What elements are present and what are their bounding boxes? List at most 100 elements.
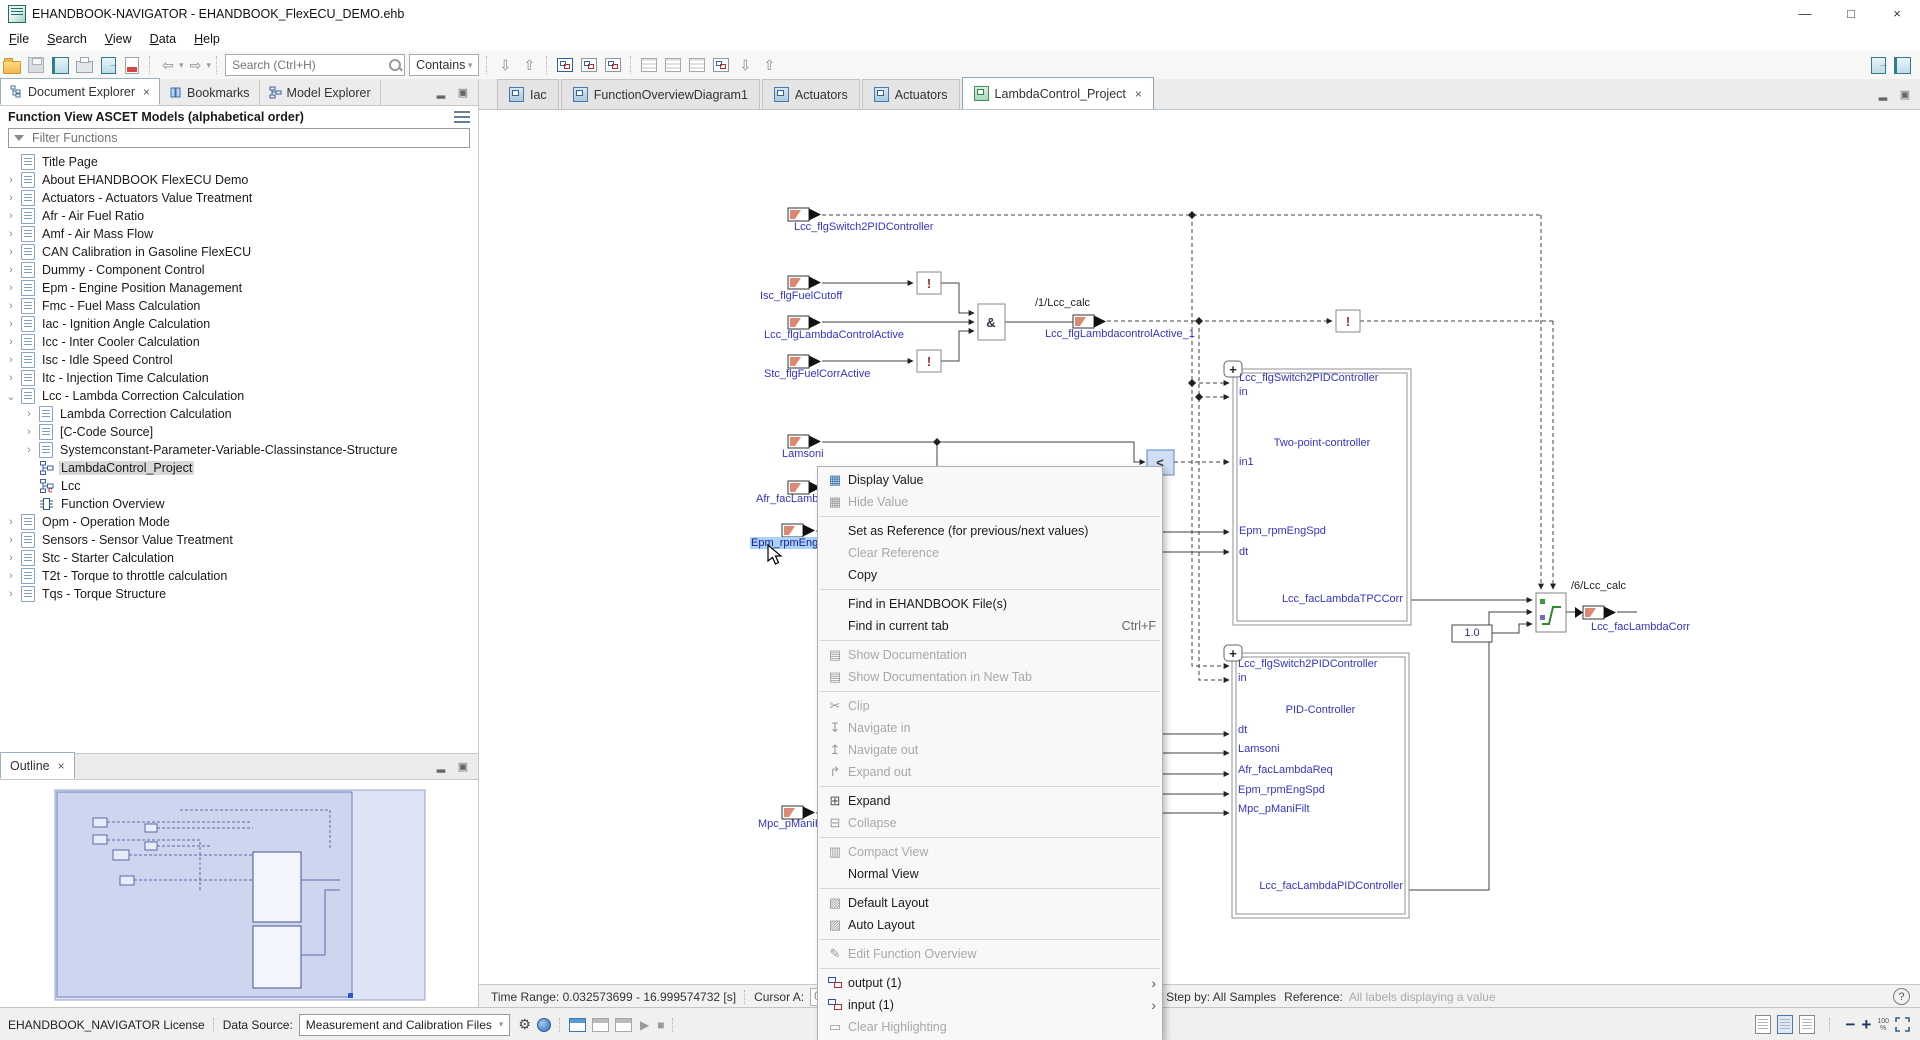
back-dropdown-caret[interactable]: ▾ <box>179 60 184 71</box>
tab-outline[interactable]: Outline × <box>0 752 75 779</box>
menu-item-default-layout[interactable]: ▧Default Layout <box>818 892 1162 914</box>
menu-item-copy[interactable]: Copy <box>818 564 1162 586</box>
minimize-button[interactable]: — <box>1782 0 1828 27</box>
port-label[interactable]: Stc_flgFuelCorrActive <box>764 368 870 380</box>
tree-item[interactable]: ›Icc - Inter Cooler Calculation <box>0 333 478 351</box>
fullscreen-icon[interactable] <box>1895 1017 1910 1032</box>
menu-item-expand[interactable]: ⊞Expand <box>818 790 1162 812</box>
tree-item[interactable]: ›Afr - Air Fuel Ratio <box>0 207 478 225</box>
tab-actuators-2[interactable]: Actuators <box>862 79 960 109</box>
add-model-button[interactable] <box>555 55 575 75</box>
outline-thumbnail[interactable] <box>0 780 478 1008</box>
tree-item[interactable]: ›[C-Code Source] <box>0 423 478 441</box>
display-values-icon[interactable] <box>569 1018 586 1032</box>
panel-maximize-icon[interactable]: ▣ <box>456 760 470 773</box>
tree-item[interactable]: ›Fmc - Fuel Mass Calculation <box>0 297 478 315</box>
tab-iac[interactable]: Iac <box>497 79 559 109</box>
tree-item-lcc[interactable]: ⌄Lcc - Lambda Correction Calculation <box>0 387 478 405</box>
data-source-dropdown[interactable]: Measurement and Calibration Files▾ <box>299 1014 511 1036</box>
tree-item[interactable]: ›T2t - Torque to throttle calculation <box>0 567 478 585</box>
menu-item-display-value[interactable]: ▦Display Value <box>818 469 1162 491</box>
port-label[interactable]: Lcc_facLambdaCorr <box>1591 621 1690 633</box>
back-button[interactable]: ⇦ <box>158 55 178 75</box>
navigate-model-button[interactable] <box>579 55 599 75</box>
single-page-view-icon[interactable] <box>1755 1015 1771 1034</box>
table-remove-all-button[interactable] <box>663 55 683 75</box>
tab-model-explorer[interactable]: Model Explorer <box>260 80 381 105</box>
tree-item[interactable]: ›Sensors - Sensor Value Treatment <box>0 531 478 549</box>
zoom-in-icon[interactable]: + <box>1861 1018 1871 1032</box>
menu-item-output[interactable]: output (1)› <box>818 972 1162 994</box>
import-data-button[interactable]: ⇩ <box>735 55 755 75</box>
tree-item[interactable]: ›Stc - Starter Calculation <box>0 549 478 567</box>
menu-item-find-in-current-tab[interactable]: Find in current tabCtrl+F <box>818 615 1162 637</box>
tree-item-title-page[interactable]: Title Page <box>0 153 478 171</box>
export-pdf-button[interactable] <box>122 55 142 75</box>
export-data-button[interactable]: ⇧ <box>759 55 779 75</box>
help-icon[interactable]: ? <box>1893 988 1910 1005</box>
print-button[interactable] <box>74 55 94 75</box>
chevron-right-icon[interactable]: › <box>6 174 16 186</box>
play-icon[interactable]: ▶ <box>640 1018 649 1032</box>
window-tool-button[interactable] <box>1868 55 1888 75</box>
open-file-button[interactable] <box>2 55 22 75</box>
menu-view[interactable]: View <box>96 29 141 49</box>
save-button[interactable] <box>26 55 46 75</box>
tab-functionoverviewdiagram1[interactable]: FunctionOverviewDiagram1 <box>561 79 760 109</box>
close-icon[interactable]: × <box>58 759 65 773</box>
menu-item-set-as-reference[interactable]: Set as Reference (for previous/next valu… <box>818 520 1162 542</box>
search-input[interactable] <box>230 57 389 73</box>
continuous-page-view-icon[interactable] <box>1777 1015 1793 1034</box>
close-icon[interactable]: × <box>1135 87 1142 101</box>
menu-item-auto-layout[interactable]: ▨Auto Layout <box>818 914 1162 936</box>
tree-item[interactable]: ›Actuators - Actuators Value Treatment <box>0 189 478 207</box>
next-result-button[interactable]: ⇩ <box>495 55 515 75</box>
menu-help[interactable]: Help <box>185 29 229 49</box>
zoom-100-icon[interactable]: 100% <box>1877 1018 1889 1032</box>
clip-tool-button[interactable] <box>711 55 731 75</box>
export-book-button[interactable] <box>98 55 118 75</box>
data-lens-icon[interactable] <box>537 1018 551 1032</box>
ehandbook-button[interactable] <box>50 55 70 75</box>
tree-item[interactable]: ›Opm - Operation Mode <box>0 513 478 531</box>
table-close-button[interactable] <box>687 55 707 75</box>
menu-search[interactable]: Search <box>38 29 96 49</box>
gear-icon[interactable]: ⚙ <box>518 1016 531 1033</box>
tree-item[interactable]: ›Isc - Idle Speed Control <box>0 351 478 369</box>
tree-item[interactable]: ›Amf - Air Mass Flow <box>0 225 478 243</box>
layout-tool-button[interactable] <box>1892 55 1912 75</box>
panel-minimize-icon[interactable]: ▂ <box>1876 88 1890 101</box>
thumbnail-view-icon[interactable] <box>1799 1015 1815 1034</box>
port-label[interactable]: Lcc_flgLambdacontrolActive_1 <box>1045 328 1195 340</box>
menu-data[interactable]: Data <box>141 29 185 49</box>
menu-item-input[interactable]: input (1)› <box>818 994 1162 1016</box>
chevron-down-icon[interactable]: ⌄ <box>6 390 16 403</box>
tree-item[interactable]: ›Systemconstant-Parameter-Variable-Class… <box>0 441 478 459</box>
stop-icon[interactable]: ■ <box>657 1018 664 1032</box>
tab-lambdacontrol-project[interactable]: LambdaControl_Project× <box>962 77 1154 109</box>
tree-item[interactable]: ›Tqs - Torque Structure <box>0 585 478 603</box>
port-label[interactable]: Lamsoni <box>782 448 824 460</box>
zoom-out-icon[interactable]: − <box>1845 1018 1855 1032</box>
table-remove-button[interactable] <box>639 55 659 75</box>
tree-item[interactable]: ›Lambda Correction Calculation <box>0 405 478 423</box>
hide-values-icon[interactable] <box>592 1018 609 1032</box>
constant-value[interactable]: 1.0 <box>1452 627 1492 639</box>
filter-input[interactable] <box>30 130 464 146</box>
tree-item[interactable]: ›Iac - Ignition Angle Calculation <box>0 315 478 333</box>
port-label[interactable]: Isc_flgFuelCutoff <box>760 290 842 302</box>
diagram-canvas[interactable]: ! ! ! & < <box>479 110 1920 984</box>
port-label[interactable]: Lcc_flgLambdaControlActive <box>764 329 904 341</box>
port-label[interactable]: Lcc_flgSwitch2PIDController <box>794 221 933 233</box>
panel-maximize-icon[interactable]: ▣ <box>1898 88 1912 101</box>
previous-result-button[interactable]: ⇧ <box>519 55 539 75</box>
tab-actuators-1[interactable]: Actuators <box>762 79 860 109</box>
tree-item[interactable]: ›About EHANDBOOK FlexECU Demo <box>0 171 478 189</box>
panel-maximize-icon[interactable]: ▣ <box>456 86 470 99</box>
forward-dropdown-caret[interactable]: ▾ <box>207 60 212 71</box>
two-point-controller-block[interactable] <box>1233 369 1411 625</box>
tree-item-lcc-model[interactable]: cLcc <box>0 477 478 495</box>
tree-item-function-overview[interactable]: Function Overview <box>0 495 478 513</box>
value-table-icon[interactable] <box>615 1018 632 1032</box>
menu-item-find-in-ehandbook[interactable]: Find in EHANDBOOK File(s) <box>818 593 1162 615</box>
